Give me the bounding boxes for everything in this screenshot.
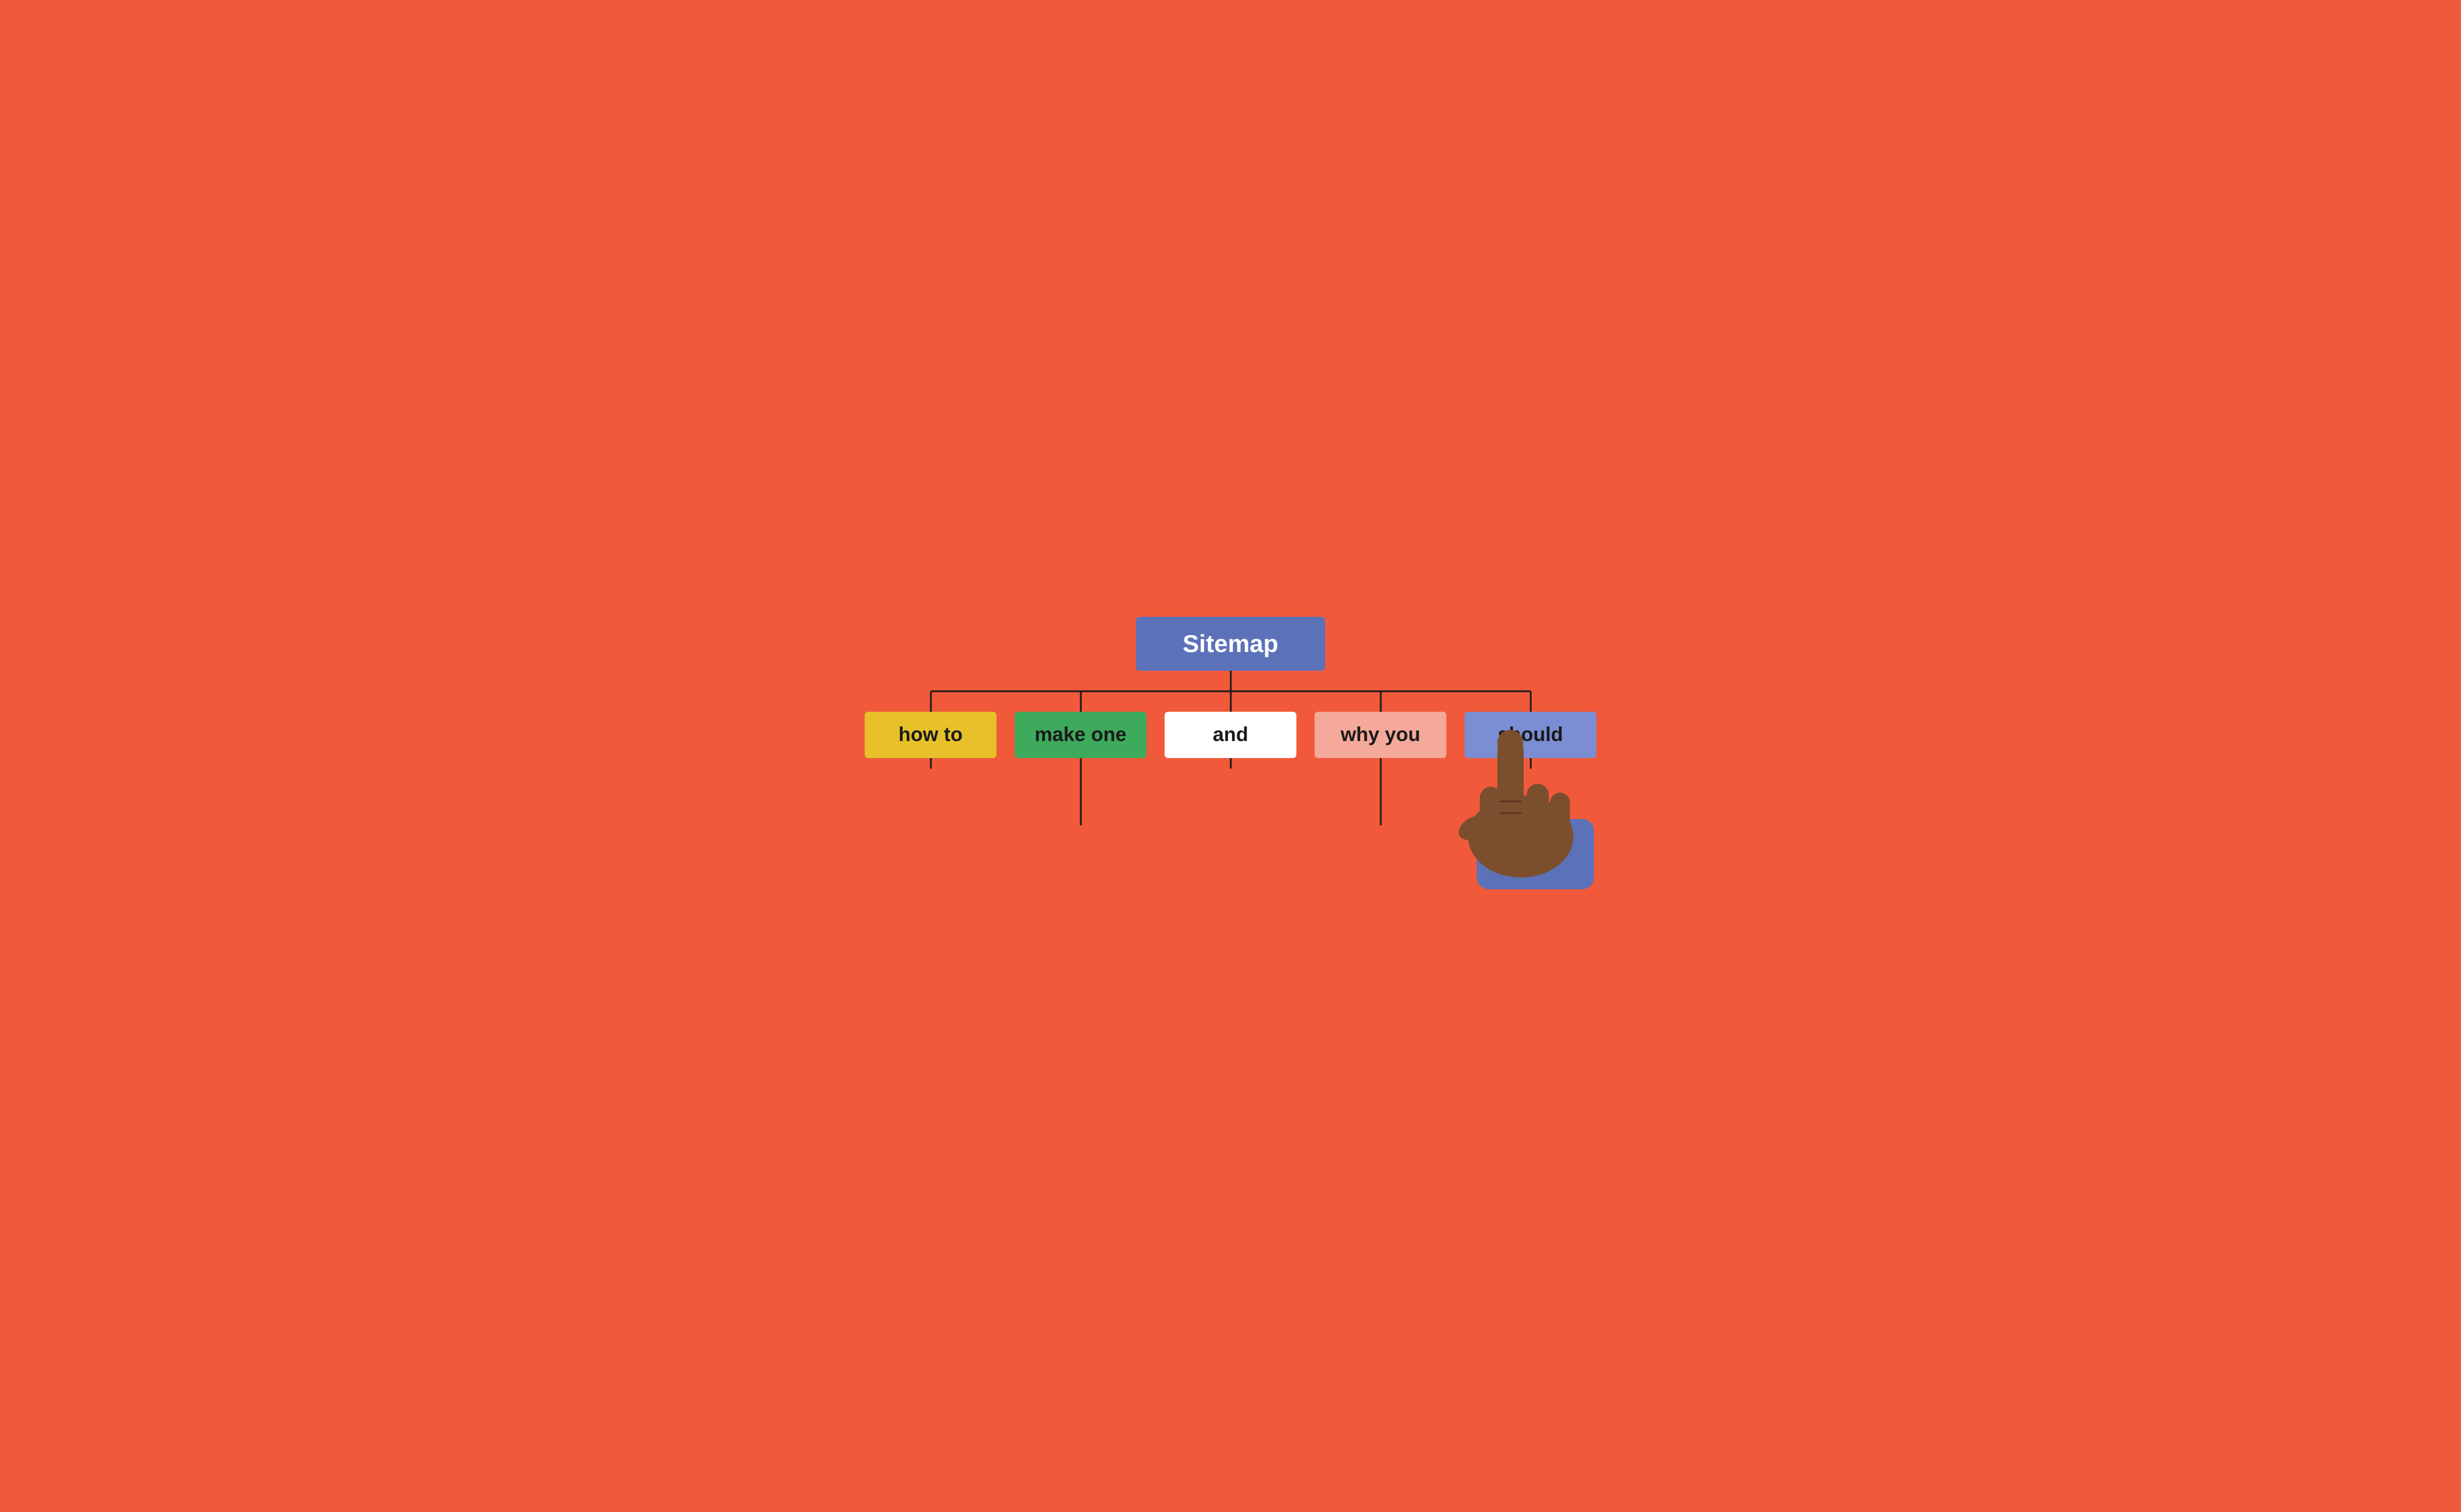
node-make-one: make one <box>1015 712 1146 758</box>
node-make-one-label: make one <box>1035 723 1127 746</box>
root-label: Sitemap <box>1183 630 1278 657</box>
tree-wrapper: Sitemap how to make one <box>856 617 1606 872</box>
child-col-and: and <box>1156 712 1306 815</box>
root-node: Sitemap <box>856 617 1606 671</box>
node-why-you-label: why you <box>1340 723 1420 746</box>
hand-icon <box>1430 702 1594 889</box>
node-why-you: why you <box>1315 712 1446 758</box>
node-and-label: and <box>1213 723 1248 746</box>
child-col-make-one: make one <box>1006 712 1156 872</box>
root-box: Sitemap <box>1136 617 1325 671</box>
node-how-to-label: how to <box>899 723 963 746</box>
hand-container <box>1430 702 1594 889</box>
node-and: and <box>1165 712 1296 758</box>
node-how-to: how to <box>865 712 996 758</box>
scene: Sitemap how to make one <box>821 593 1641 919</box>
child-col-how-to: how to <box>856 712 1006 815</box>
